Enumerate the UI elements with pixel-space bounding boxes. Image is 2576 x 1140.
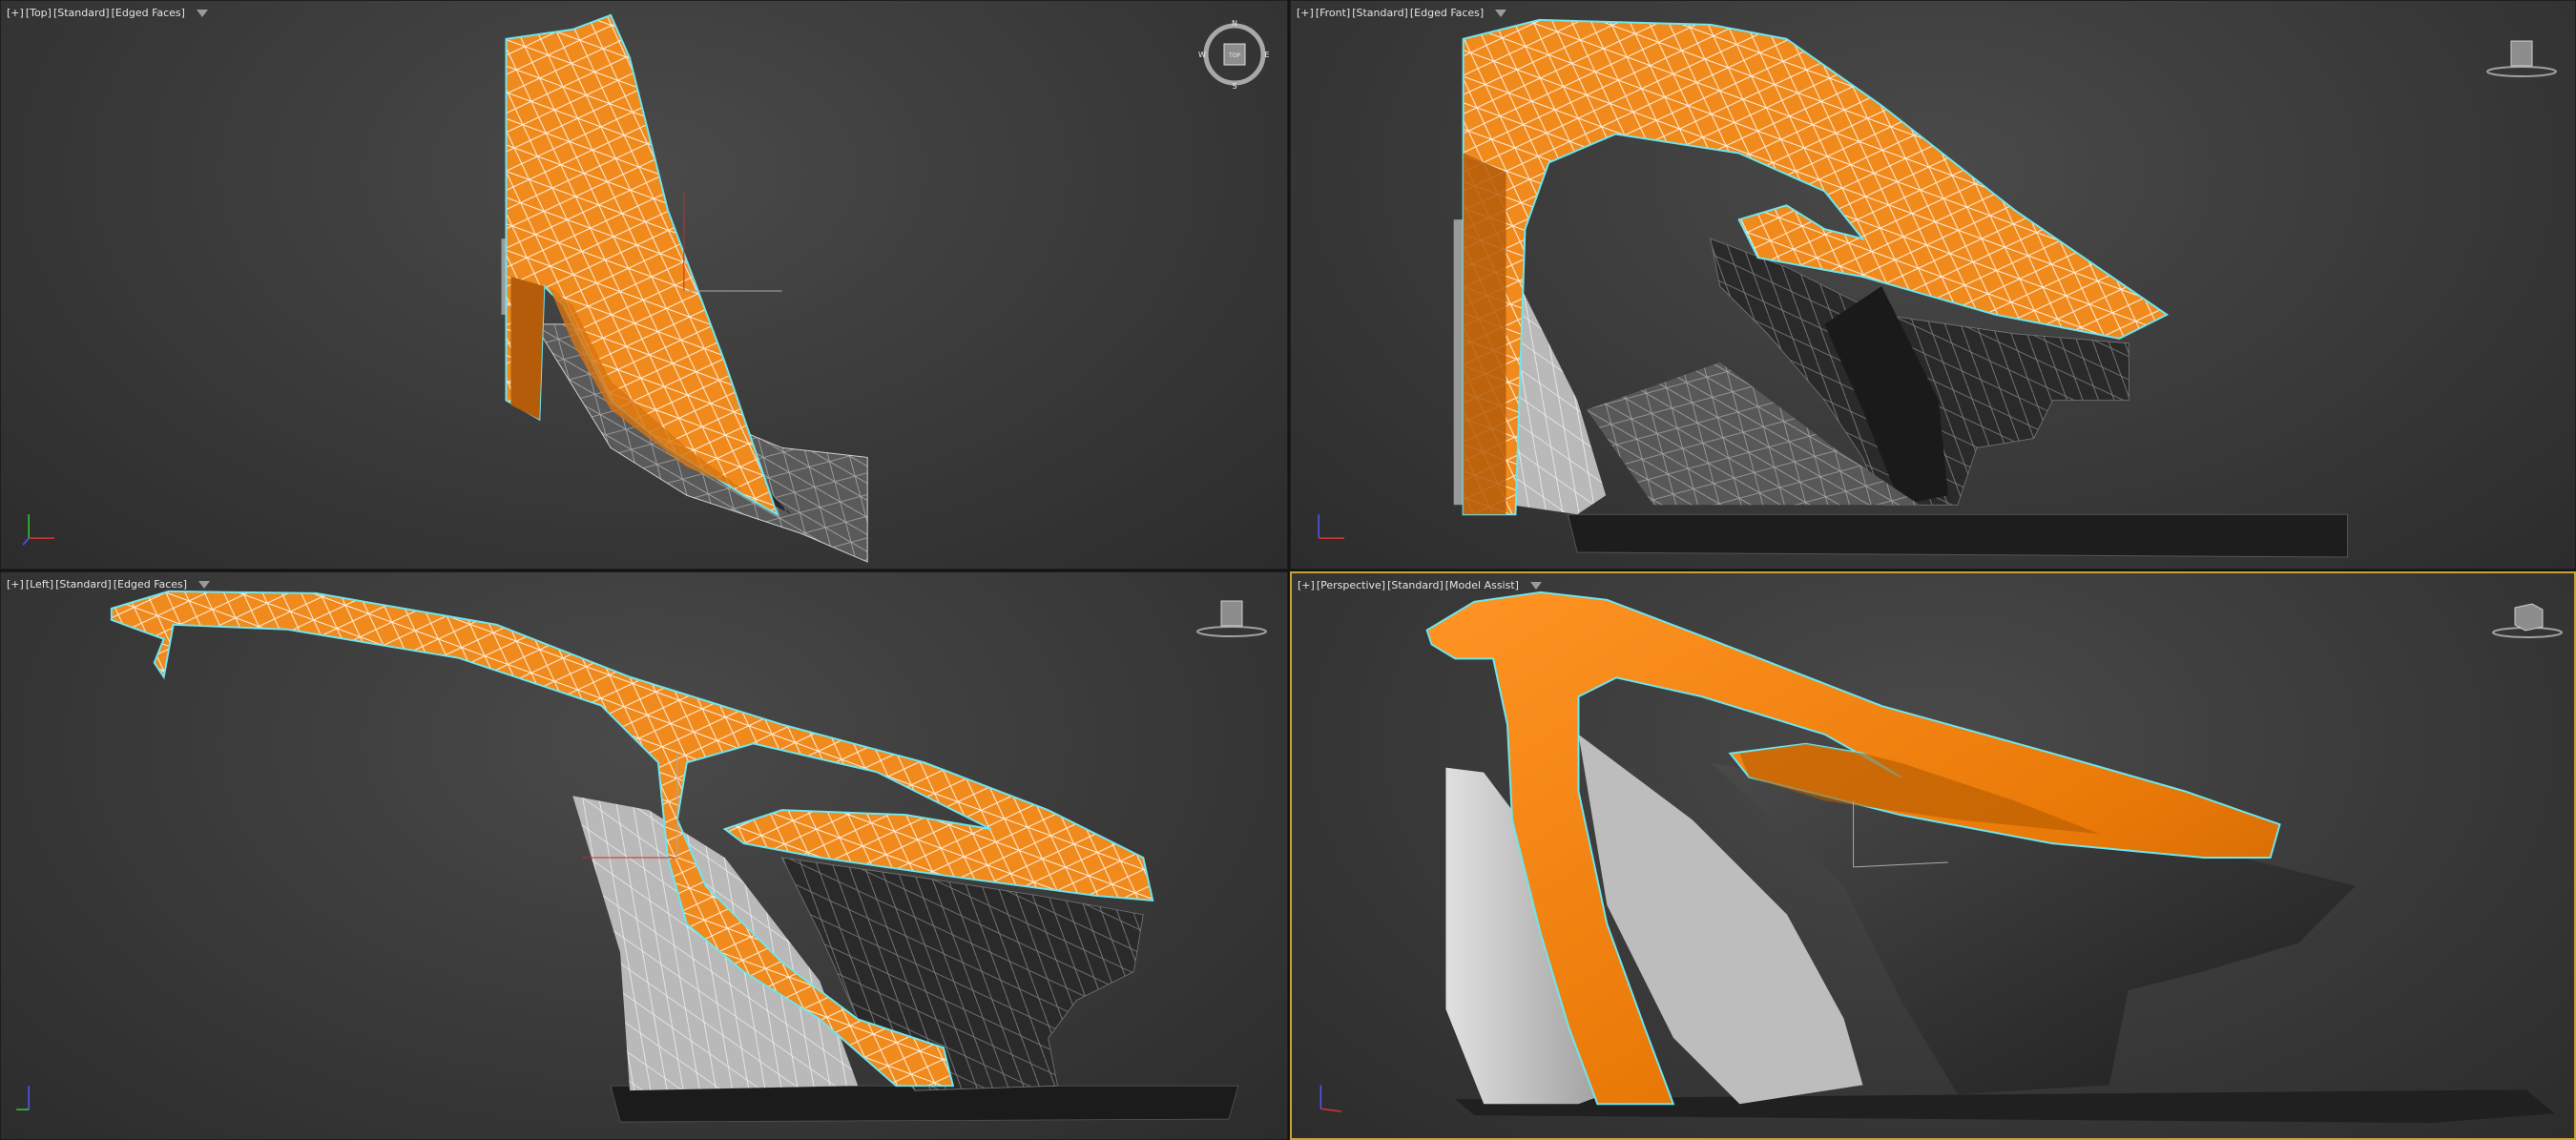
viewport-left-view-menu[interactable]: [Left]	[26, 578, 53, 591]
viewport-front-shading-menu[interactable]: [Standard]	[1352, 7, 1408, 19]
top-orange-dark-panel	[510, 277, 545, 420]
viewport-persp-shading-menu[interactable]: [Standard]	[1387, 579, 1444, 591]
viewport-persp-view-menu[interactable]: [Perspective]	[1317, 579, 1385, 591]
filter-icon[interactable]	[198, 580, 211, 589]
left-base-plate	[610, 1085, 1239, 1123]
viewport-persp-mode-menu[interactable]: [Model Assist]	[1445, 579, 1519, 591]
viewport-splitter-horizontal[interactable]	[0, 570, 2576, 571]
viewport-front-view-menu[interactable]: [Front]	[1316, 7, 1350, 19]
viewport-top-label: [+] [Top] [Standard] [Edged Faces]	[7, 7, 208, 19]
front-base-plate	[1567, 513, 2349, 558]
viewport-top-shading-menu[interactable]: [Standard]	[53, 7, 110, 19]
axis-tripod-icon	[1318, 514, 1345, 539]
viewport-top[interactable]: [+] [Top] [Standard] [Edged Faces] TOP N…	[0, 0, 1288, 570]
viewport-left-mode-menu[interactable]: [Edged Faces]	[114, 578, 187, 591]
viewport-perspective-scene[interactable]	[1292, 573, 2574, 1138]
viewport-front[interactable]: [+] [Front] [Standard] [Edged Faces]	[1290, 0, 2576, 570]
viewport-left-plus-menu[interactable]: [+]	[7, 578, 24, 591]
view-compass-icon[interactable]: TOP N S E W	[1198, 18, 1271, 91]
viewport-top-scene[interactable]	[1, 1, 1287, 569]
viewport-front-mode-menu[interactable]: [Edged Faces]	[1410, 7, 1484, 19]
compass-e: E	[1264, 51, 1269, 59]
viewport-front-plus-menu[interactable]: [+]	[1297, 7, 1314, 19]
viewport-persp-plus-menu[interactable]: [+]	[1298, 579, 1315, 591]
viewport-perspective[interactable]: [+] [Perspective] [Standard] [Model Assi…	[1290, 571, 2576, 1140]
viewport-left[interactable]: [+] [Left] [Standard] [Edged Faces]	[0, 571, 1288, 1140]
compass-n: N	[1232, 19, 1237, 28]
axis-tripod-icon	[1319, 1085, 1342, 1112]
filter-icon[interactable]	[1495, 9, 1507, 17]
viewport-perspective-label: [+] [Perspective] [Standard] [Model Assi…	[1298, 579, 1542, 591]
axis-tripod-icon	[16, 1086, 30, 1110]
compass-w: W	[1198, 51, 1206, 59]
viewport-top-plus-menu[interactable]: [+]	[7, 7, 24, 19]
viewport-front-label: [+] [Front] [Standard] [Edged Faces]	[1297, 7, 1507, 19]
axis-tripod-icon	[22, 514, 55, 546]
compass-face-label: TOP	[1228, 52, 1240, 59]
viewcube-icon[interactable]	[2489, 594, 2566, 642]
viewport-front-scene[interactable]	[1291, 1, 2575, 569]
filter-icon[interactable]	[196, 9, 208, 17]
viewport-left-label: [+] [Left] [Standard] [Edged Faces]	[7, 578, 211, 591]
viewcube-icon[interactable]	[2483, 33, 2560, 81]
viewcube-icon[interactable]	[1194, 593, 1270, 641]
filter-icon[interactable]	[1529, 581, 1542, 590]
front-orange-dark-panel	[1463, 153, 1506, 515]
compass-s: S	[1232, 82, 1236, 91]
viewport-top-mode-menu[interactable]: [Edged Faces]	[112, 7, 185, 19]
viewport-left-scene[interactable]	[1, 572, 1287, 1139]
viewport-left-shading-menu[interactable]: [Standard]	[55, 578, 112, 591]
viewport-top-view-menu[interactable]: [Top]	[26, 7, 52, 19]
